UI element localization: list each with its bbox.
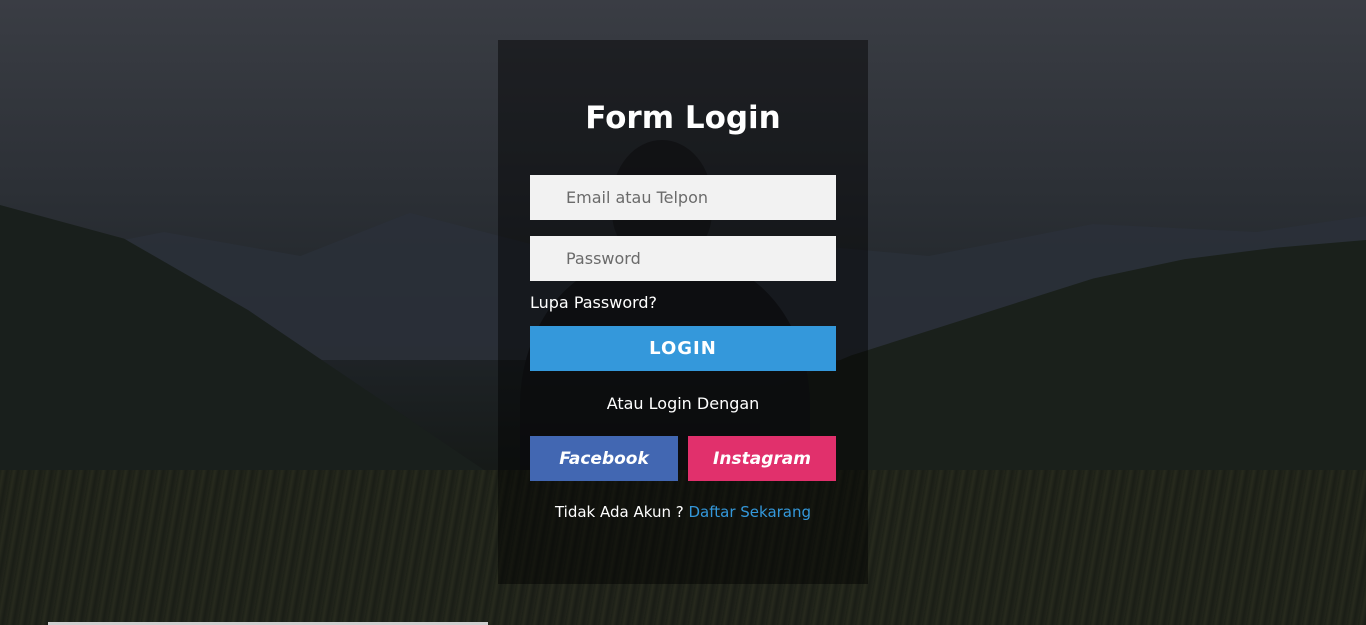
signup-link[interactable]: Daftar Sekarang (689, 503, 812, 521)
login-button[interactable]: LOGIN (530, 326, 836, 371)
signup-prompt: Tidak Ada Akun ? Daftar Sekarang (498, 503, 868, 521)
facebook-login-button[interactable]: Facebook (530, 436, 678, 481)
password-input[interactable] (530, 236, 836, 281)
login-card: Form Login Lupa Password? LOGIN Atau Log… (498, 40, 868, 584)
email-input[interactable] (530, 175, 836, 220)
alt-login-label: Atau Login Dengan (606, 394, 760, 413)
forgot-password-link[interactable]: Lupa Password? (530, 293, 657, 312)
form-title: Form Login (585, 100, 781, 136)
no-account-text: Tidak Ada Akun ? (554, 503, 684, 521)
instagram-login-button[interactable]: Instagram (688, 436, 836, 481)
